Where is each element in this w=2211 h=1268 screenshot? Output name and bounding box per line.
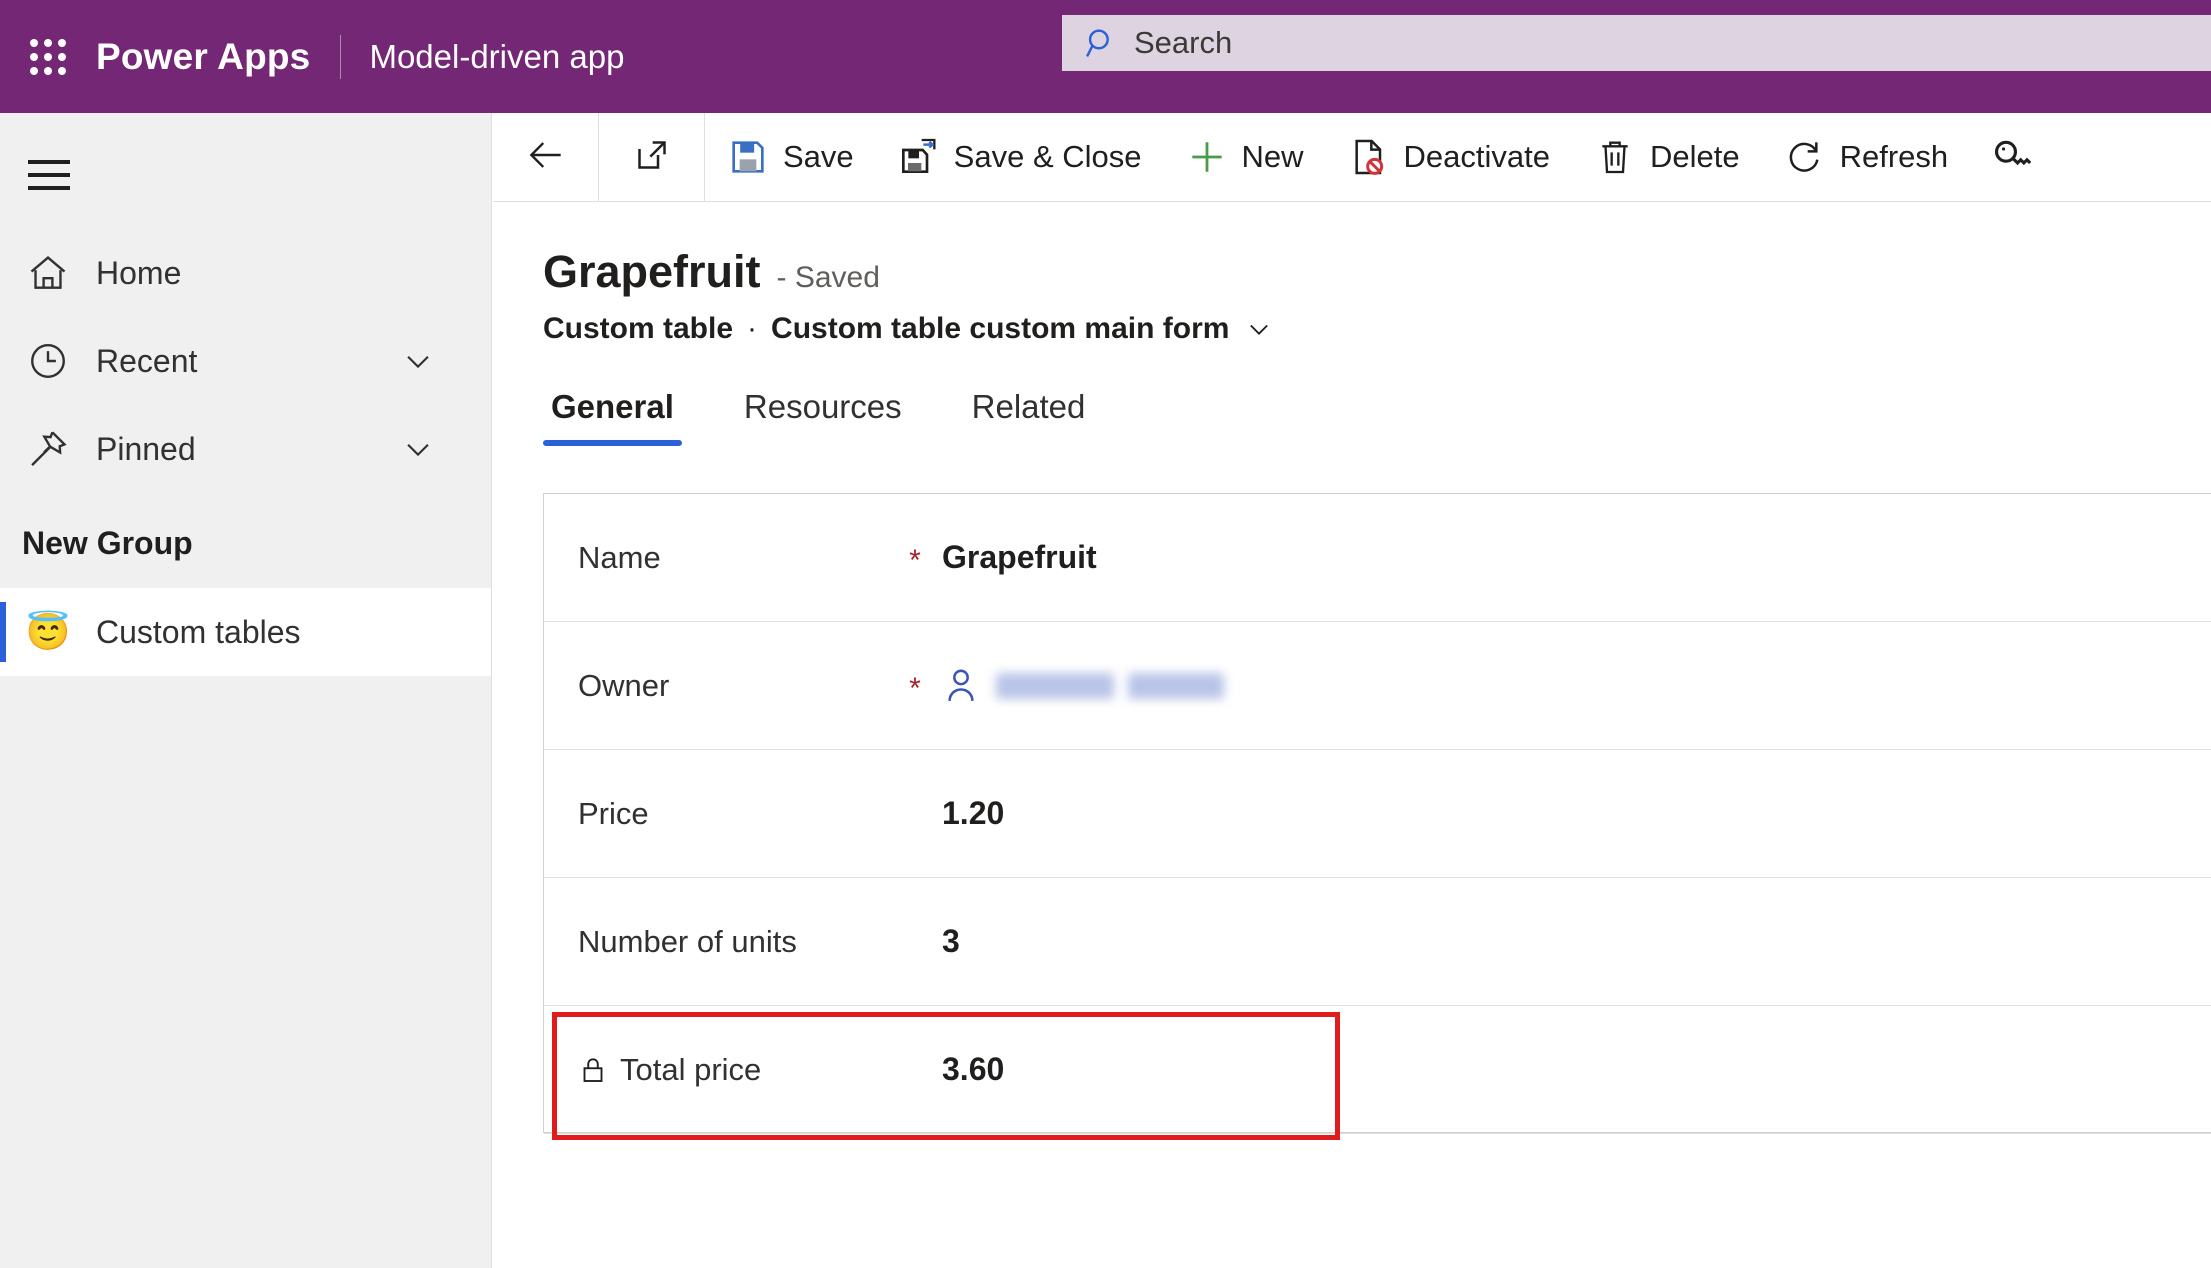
save-floppy-icon [727,136,769,178]
save-and-close-icon [898,136,940,178]
field-row-total-price: Total price 3.60 [544,1006,2211,1134]
command-bar: Save Save & Close New Deactivate Delete … [493,113,2211,202]
clock-icon [22,335,74,387]
sidebar-item-label-custom-tables: Custom tables [96,613,301,650]
required-asterisk-owner: * [909,671,921,705]
top-app-bar: Power Apps Model-driven app Search [0,0,2211,113]
deactivate-icon [1348,136,1390,178]
lock-icon [578,1054,608,1086]
field-label-name: Name [578,539,661,575]
trash-icon [1594,136,1636,178]
chevron-down-icon[interactable] [1245,315,1273,343]
breadcrumb-separator: · [747,312,758,345]
sidebar-nav-list: Home Recent Pinned New Group 😇 Custom ta… [0,229,491,676]
home-icon [22,247,74,299]
record-title-row: Grapefruit - Saved [493,246,2211,298]
field-label-price: Price [578,795,649,831]
owner-surname-redacted [1128,672,1224,699]
sidebar: Home Recent Pinned New Group 😇 Custom ta… [0,113,492,1268]
sidebar-item-label-recent: Recent [96,342,198,379]
field-value-owner[interactable] [942,665,1238,707]
save-and-close-label: Save & Close [953,139,1142,174]
app-name-label: Model-driven app [369,37,625,75]
field-row-price: Price 1.20 [544,750,2211,878]
save-button[interactable]: Save [705,113,876,201]
back-button[interactable] [493,113,599,201]
tab-general[interactable]: General [543,388,682,446]
deactivate-button[interactable]: Deactivate [1326,113,1572,201]
delete-label: Delete [1649,139,1740,174]
required-asterisk-price [888,811,942,817]
form-header: Grapefruit - Saved Custom table · Custom… [493,202,2211,346]
brand-title[interactable]: Power Apps [96,36,310,78]
field-label-total-price: Total price [578,1052,888,1088]
new-button[interactable]: New [1164,113,1326,201]
sidebar-item-custom-tables[interactable]: 😇 Custom tables [0,588,491,676]
tab-resources[interactable]: Resources [736,388,910,446]
breadcrumb: Custom table · Custom table custom main … [493,312,2211,346]
field-value-name[interactable]: Grapefruit [942,539,1097,576]
sidebar-item-recent[interactable]: Recent [0,317,491,405]
pin-icon [22,423,74,475]
key-icon [1992,136,2034,178]
sidebar-item-pinned[interactable]: Pinned [0,405,491,493]
form-selector-label[interactable]: Custom table custom main form [771,312,1229,346]
pop-out-icon [632,135,672,180]
brand-divider [340,34,342,79]
plus-icon [1186,136,1228,178]
owner-name-redacted [996,672,1114,699]
search-icon [1084,26,1118,60]
field-value-price[interactable]: 1.20 [942,795,1004,832]
smiling-face-with-halo-emoji-icon: 😇 [25,611,71,652]
form-card: Name * Grapefruit Owner * Price 1.20 Num… [543,493,2211,1134]
required-asterisk-total-price [888,1067,942,1073]
refresh-label: Refresh [1839,139,1949,174]
save-and-close-button[interactable]: Save & Close [876,113,1164,201]
required-asterisk-number-of-units [888,939,942,945]
field-row-number-of-units: Number of units 3 [544,878,2211,1006]
field-row-name: Name * Grapefruit [544,494,2211,622]
refresh-icon [1784,136,1826,178]
chevron-down-icon[interactable] [401,432,435,466]
field-row-owner: Owner * [544,622,2211,750]
waffle-grid-icon[interactable] [26,35,70,79]
required-asterisk-name: * [909,543,921,577]
field-label-total-price-text: Total price [620,1051,762,1087]
sidebar-item-label-home: Home [96,254,182,291]
search-placeholder: Search [1134,25,1233,60]
sidebar-item-home[interactable]: Home [0,229,491,317]
person-icon [942,665,980,707]
status-badge: - Saved [776,261,880,294]
sidebar-group-title: New Group [22,525,193,561]
search-input[interactable]: Search [1062,15,2211,71]
form-tab-list: General Resources Related [493,388,2211,446]
key-button[interactable] [1970,113,2070,201]
chevron-down-icon[interactable] [401,344,435,378]
pop-out-button[interactable] [599,113,705,201]
save-label: Save [783,139,854,174]
new-label: New [1241,139,1304,174]
refresh-button[interactable]: Refresh [1762,113,1971,201]
field-label-owner: Owner [578,667,670,703]
field-label-number-of-units: Number of units [578,923,797,959]
page-title: Grapefruit [543,246,761,297]
sidebar-item-label-pinned: Pinned [96,430,196,467]
entity-name-label: Custom table [543,312,734,345]
field-value-number-of-units[interactable]: 3 [942,923,960,960]
field-value-total-price: 3.60 [942,1051,1005,1087]
tab-related[interactable]: Related [964,388,1094,446]
back-arrow-icon [524,133,568,182]
deactivate-label: Deactivate [1403,139,1550,174]
delete-button[interactable]: Delete [1572,113,1762,201]
hamburger-menu-icon[interactable] [24,151,80,199]
